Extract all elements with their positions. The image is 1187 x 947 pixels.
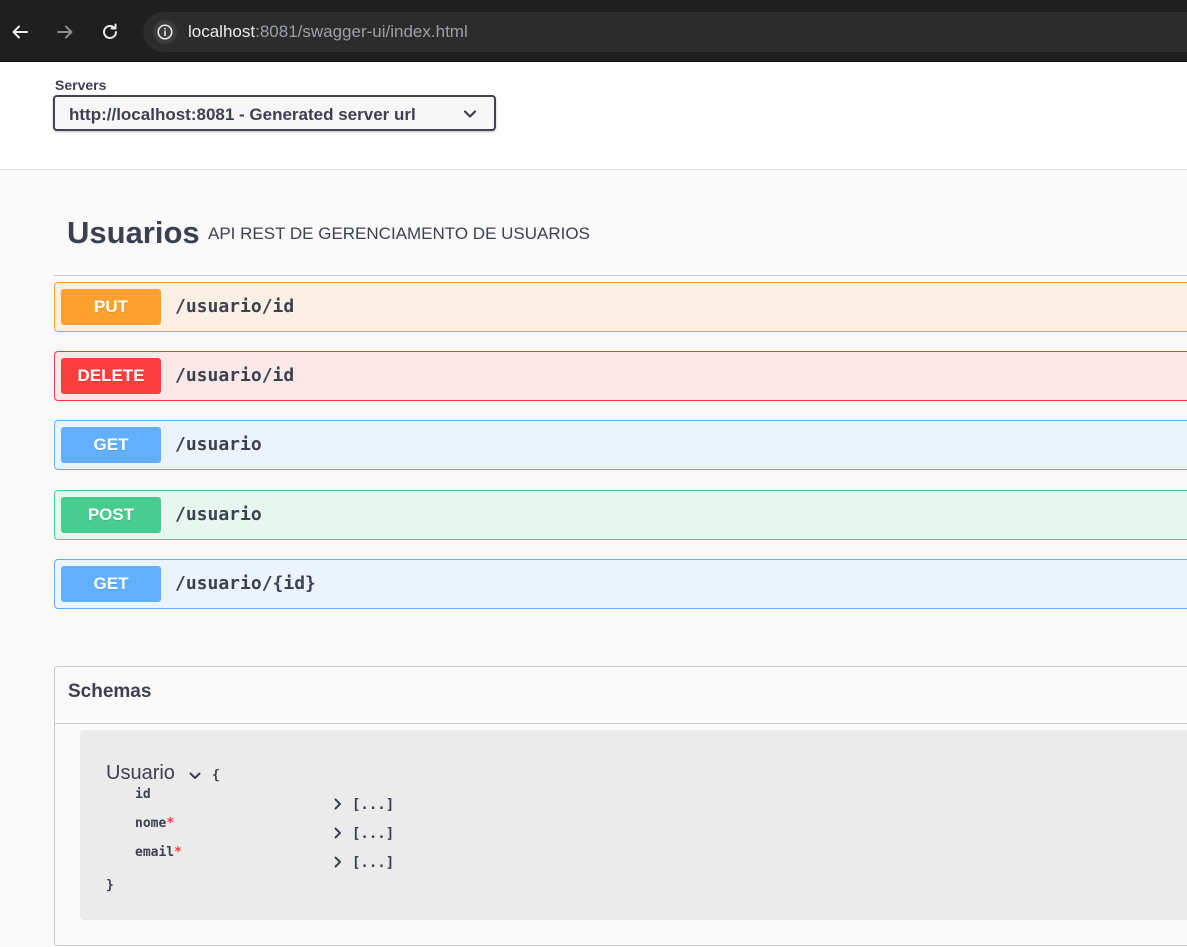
operation-path: /usuario [175,504,262,525]
open-brace: { [212,768,220,783]
servers-select[interactable]: http://localhost:8081 - Generated server… [53,95,496,131]
reload-icon [103,23,117,39]
method-badge: GET [61,427,161,463]
property-nome: nome* [135,816,174,831]
property-email: email* [135,845,182,860]
operation-post-usuario[interactable]: POST /usuario [54,490,1187,540]
property-value: [...] [352,797,395,813]
operation-path: /usuario/{id} [175,573,316,594]
property-email-toggle[interactable]: [...] [332,855,394,871]
close-brace: } [106,878,114,893]
chevron-down-icon[interactable] [188,769,202,783]
servers-label: Servers [55,77,107,93]
required-mark: * [166,816,175,831]
arrow-right-icon [57,25,73,39]
property-value: [...] [352,855,395,871]
reload-button[interactable] [95,17,125,47]
schemas-header[interactable]: Schemas [55,667,1187,724]
url-text[interactable]: localhost:8081/swagger-ui/index.html [188,22,468,42]
property-name: nome [135,816,167,831]
back-button[interactable] [5,17,35,47]
tag-title[interactable]: Usuarios [67,215,200,251]
method-badge: DELETE [61,358,161,394]
chevron-right-icon [334,856,341,868]
chevron-down-icon [463,110,477,118]
tag-description: API REST DE GERENCIAMENTO DE USUARIOS [208,224,590,243]
operation-get-usuario[interactable]: GET /usuario [54,420,1187,470]
arrow-left-icon [12,25,28,39]
address-bar[interactable]: localhost:8081/swagger-ui/index.html [143,12,1187,52]
property-value: [...] [352,826,395,842]
operation-path: /usuario [175,434,262,455]
schemas-title: Schemas [68,681,152,702]
model-name[interactable]: Usuario [106,762,175,785]
servers-selected-value: http://localhost:8081 - Generated server… [69,105,416,124]
operation-path: /usuario/id [175,365,295,386]
chevron-right-icon [334,798,341,810]
property-name: email [135,845,175,860]
tag-divider [54,275,1187,276]
url-host: localhost [188,22,256,41]
method-badge: POST [61,497,161,533]
required-mark: * [174,845,182,860]
operation-get-usuario-by-id[interactable]: GET /usuario/{id} [54,559,1187,609]
forward-button[interactable] [50,17,80,47]
property-name: id [135,787,151,802]
operation-put-usuario-id[interactable]: PUT /usuario/id [54,282,1187,332]
operation-delete-usuario-id[interactable]: DELETE /usuario/id [54,351,1187,401]
method-badge: GET [61,566,161,602]
url-path: :8081/swagger-ui/index.html [255,22,468,41]
property-id: id [135,787,151,802]
method-badge: PUT [61,289,161,325]
operation-path: /usuario/id [175,296,295,317]
site-info-icon[interactable] [153,20,177,44]
model-usuario: Usuario { id [...] nome* [...] email* [.… [80,730,1187,920]
schemas-section: Schemas Usuario { id [...] nome* [...] e… [54,666,1187,946]
servers-section: Servers http://localhost:8081 - Generate… [0,62,1187,170]
property-id-toggle[interactable]: [...] [332,797,394,813]
browser-toolbar: localhost:8081/swagger-ui/index.html [0,0,1187,62]
property-nome-toggle[interactable]: [...] [332,826,394,842]
chevron-right-icon [334,827,341,839]
